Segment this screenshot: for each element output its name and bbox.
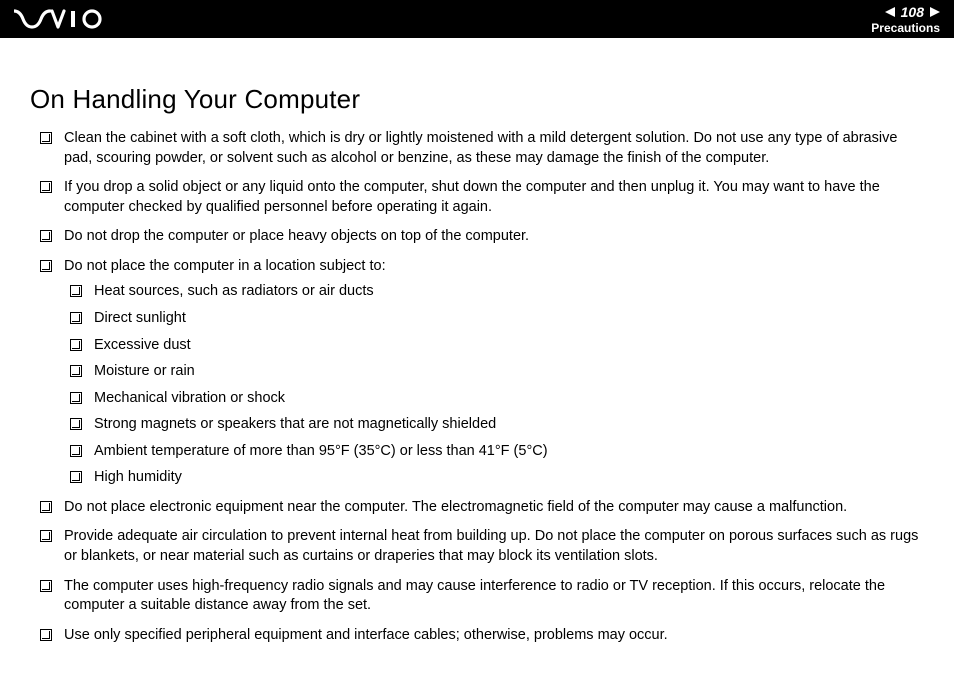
- list-item: Mechanical vibration or shock: [70, 389, 924, 409]
- list-item: Do not place the computer in a location …: [40, 257, 924, 488]
- next-page-arrow-icon[interactable]: [930, 7, 940, 17]
- list-item-text: The computer uses high-frequency radio s…: [64, 578, 885, 614]
- bullet-icon: [40, 260, 52, 272]
- list-item: Ambient temperature of more than 95°F (3…: [70, 442, 924, 462]
- list-item: Excessive dust: [70, 336, 924, 356]
- vaio-logo-svg: [14, 9, 110, 29]
- precautions-list: Clean the cabinet with a soft cloth, whi…: [40, 129, 924, 645]
- list-item-text: Clean the cabinet with a soft cloth, whi…: [64, 130, 897, 166]
- list-item: Heat sources, such as radiators or air d…: [70, 282, 924, 302]
- list-item: If you drop a solid object or any liquid…: [40, 178, 924, 217]
- list-item-text: If you drop a solid object or any liquid…: [64, 179, 880, 215]
- list-item: High humidity: [70, 468, 924, 488]
- list-item-text: Do not drop the computer or place heavy …: [64, 228, 529, 244]
- list-item: The computer uses high-frequency radio s…: [40, 577, 924, 616]
- list-item-text: Mechanical vibration or shock: [94, 390, 285, 406]
- header-bar: 108 Precautions: [0, 0, 954, 38]
- list-item-text: Ambient temperature of more than 95°F (3…: [94, 443, 548, 459]
- sub-list: Heat sources, such as radiators or air d…: [70, 282, 924, 488]
- vaio-logo: [14, 9, 110, 29]
- list-item-text: Provide adequate air circulation to prev…: [64, 528, 918, 564]
- bullet-icon: [40, 580, 52, 592]
- list-item-text: Heat sources, such as radiators or air d…: [94, 283, 374, 299]
- list-item-text: Use only specified peripheral equipment …: [64, 627, 668, 643]
- bullet-icon: [40, 230, 52, 242]
- list-item-text: Moisture or rain: [94, 363, 195, 379]
- bullet-icon: [40, 501, 52, 513]
- bullet-icon: [70, 418, 82, 430]
- list-item-text: Excessive dust: [94, 337, 191, 353]
- page-nav: 108: [871, 4, 940, 20]
- bullet-icon: [40, 132, 52, 144]
- page-number: 108: [901, 4, 924, 20]
- list-item-text: Do not place the computer in a location …: [64, 258, 386, 274]
- list-item-text: Direct sunlight: [94, 310, 186, 326]
- bullet-icon: [40, 629, 52, 641]
- prev-page-arrow-icon[interactable]: [885, 7, 895, 17]
- list-item-text: High humidity: [94, 469, 182, 485]
- section-label: Precautions: [871, 21, 940, 35]
- header-right: 108 Precautions: [871, 4, 940, 35]
- list-item: Do not drop the computer or place heavy …: [40, 227, 924, 247]
- list-item: Moisture or rain: [70, 362, 924, 382]
- bullet-icon: [70, 471, 82, 483]
- bullet-icon: [40, 181, 52, 193]
- list-item: Provide adequate air circulation to prev…: [40, 527, 924, 566]
- bullet-icon: [70, 445, 82, 457]
- bullet-icon: [70, 339, 82, 351]
- list-item: Direct sunlight: [70, 309, 924, 329]
- list-item: Use only specified peripheral equipment …: [40, 626, 924, 646]
- bullet-icon: [70, 312, 82, 324]
- list-item-text: Do not place electronic equipment near t…: [64, 499, 847, 515]
- content-area: On Handling Your Computer Clean the cabi…: [0, 38, 954, 675]
- list-item: Do not place electronic equipment near t…: [40, 498, 924, 518]
- list-item-text: Strong magnets or speakers that are not …: [94, 416, 496, 432]
- list-item: Strong magnets or speakers that are not …: [70, 415, 924, 435]
- bullet-icon: [70, 392, 82, 404]
- list-item: Clean the cabinet with a soft cloth, whi…: [40, 129, 924, 168]
- bullet-icon: [70, 365, 82, 377]
- page-title: On Handling Your Computer: [30, 84, 924, 115]
- bullet-icon: [70, 285, 82, 297]
- bullet-icon: [40, 530, 52, 542]
